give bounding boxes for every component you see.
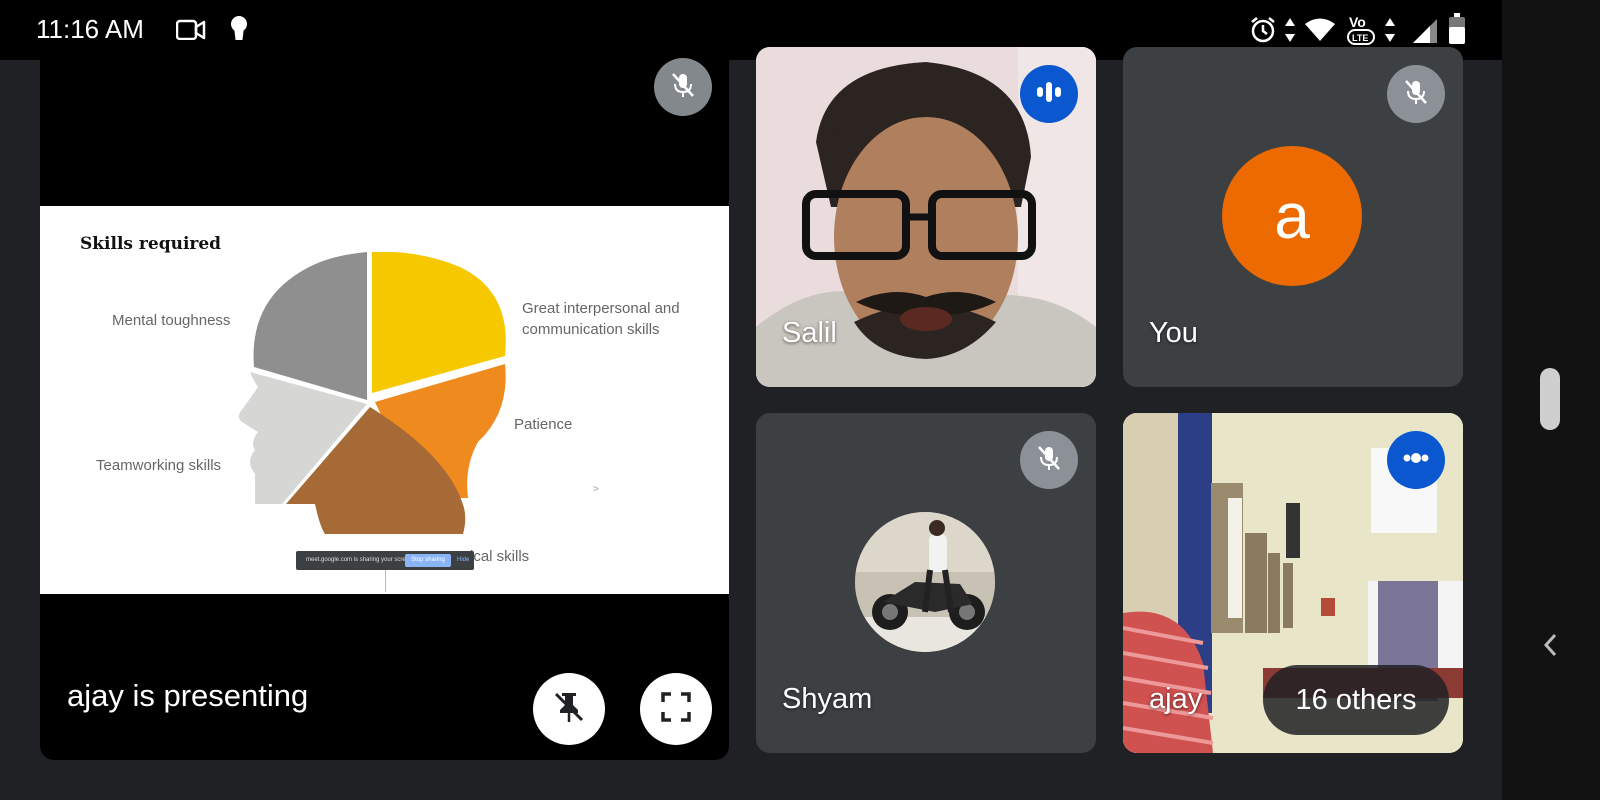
- participant-name: You: [1149, 317, 1198, 349]
- label-interpersonal-line1: Great interpersonal and: [522, 300, 680, 317]
- speaking-icon: [1035, 81, 1063, 108]
- participant-tile-ajay[interactable]: ajay 16 others: [1123, 413, 1463, 753]
- participant-name: Shyam: [782, 683, 873, 715]
- mic-off-icon: [668, 70, 698, 105]
- presenter-tile[interactable]: Skills required Mental toughness Great i…: [40, 40, 729, 760]
- alarm-icon: [1249, 16, 1277, 49]
- speaking-badge: [1020, 65, 1078, 123]
- participant-name: Salil: [782, 317, 837, 349]
- share-banner-text: meet.google.com is sharing your screen.: [306, 557, 415, 563]
- wifi-icon: [1304, 18, 1336, 47]
- participant-name: ajay: [1149, 683, 1203, 715]
- screen-share-banner: meet.google.com is sharing your screen. …: [296, 551, 474, 570]
- data-arrows-icon-2: [1384, 16, 1396, 49]
- label-mental-toughness: Mental toughness: [112, 312, 231, 329]
- mic-off-badge: [1020, 431, 1078, 489]
- presenting-label: ajay is presenting: [67, 678, 309, 713]
- unpin-icon: [551, 689, 587, 730]
- scrollbar-handle[interactable]: [1540, 368, 1560, 430]
- svg-text:LTE: LTE: [1352, 33, 1368, 43]
- data-arrows-icon: [1284, 16, 1296, 49]
- speaking-badge: [1387, 431, 1445, 489]
- slide-title: Skills required: [80, 234, 222, 254]
- svg-text:Vo: Vo: [1349, 14, 1366, 30]
- participant-tile-shyam[interactable]: Shyam: [756, 413, 1096, 753]
- slide-divider: [385, 570, 386, 592]
- avatar: a: [1222, 146, 1362, 286]
- hide-banner-link[interactable]: Hide: [457, 557, 469, 563]
- label-teamworking: Teamworking skills: [96, 457, 222, 474]
- fullscreen-icon: [660, 691, 692, 728]
- mic-off-icon: [1034, 443, 1064, 478]
- participant-tile-you[interactable]: a You: [1123, 47, 1463, 387]
- shared-slide: Skills required Mental toughness Great i…: [40, 206, 729, 594]
- stop-sharing-button[interactable]: Stop sharing: [405, 554, 451, 567]
- mic-off-badge: [654, 58, 712, 116]
- unpin-button[interactable]: [533, 673, 605, 745]
- avatar: [855, 512, 995, 652]
- head-puzzle-graphic: [238, 252, 506, 534]
- others-count-pill[interactable]: 16 others: [1263, 665, 1449, 735]
- chevron-left-icon[interactable]: [1540, 630, 1560, 665]
- volte-icon: Vo LTE: [1347, 12, 1377, 51]
- participant-tile-salil[interactable]: Salil: [756, 47, 1096, 387]
- mic-off-icon: [1401, 77, 1431, 112]
- label-interpersonal-line2: communication skills: [522, 321, 660, 338]
- mic-off-badge: [1387, 65, 1445, 123]
- battery-icon: [1448, 13, 1466, 50]
- label-patience: Patience: [514, 416, 573, 433]
- cell-signal-icon: [1412, 18, 1438, 49]
- speaking-icon: [1402, 447, 1430, 474]
- fullscreen-button[interactable]: [640, 673, 712, 745]
- slide-cursor-icon: >: [593, 484, 599, 495]
